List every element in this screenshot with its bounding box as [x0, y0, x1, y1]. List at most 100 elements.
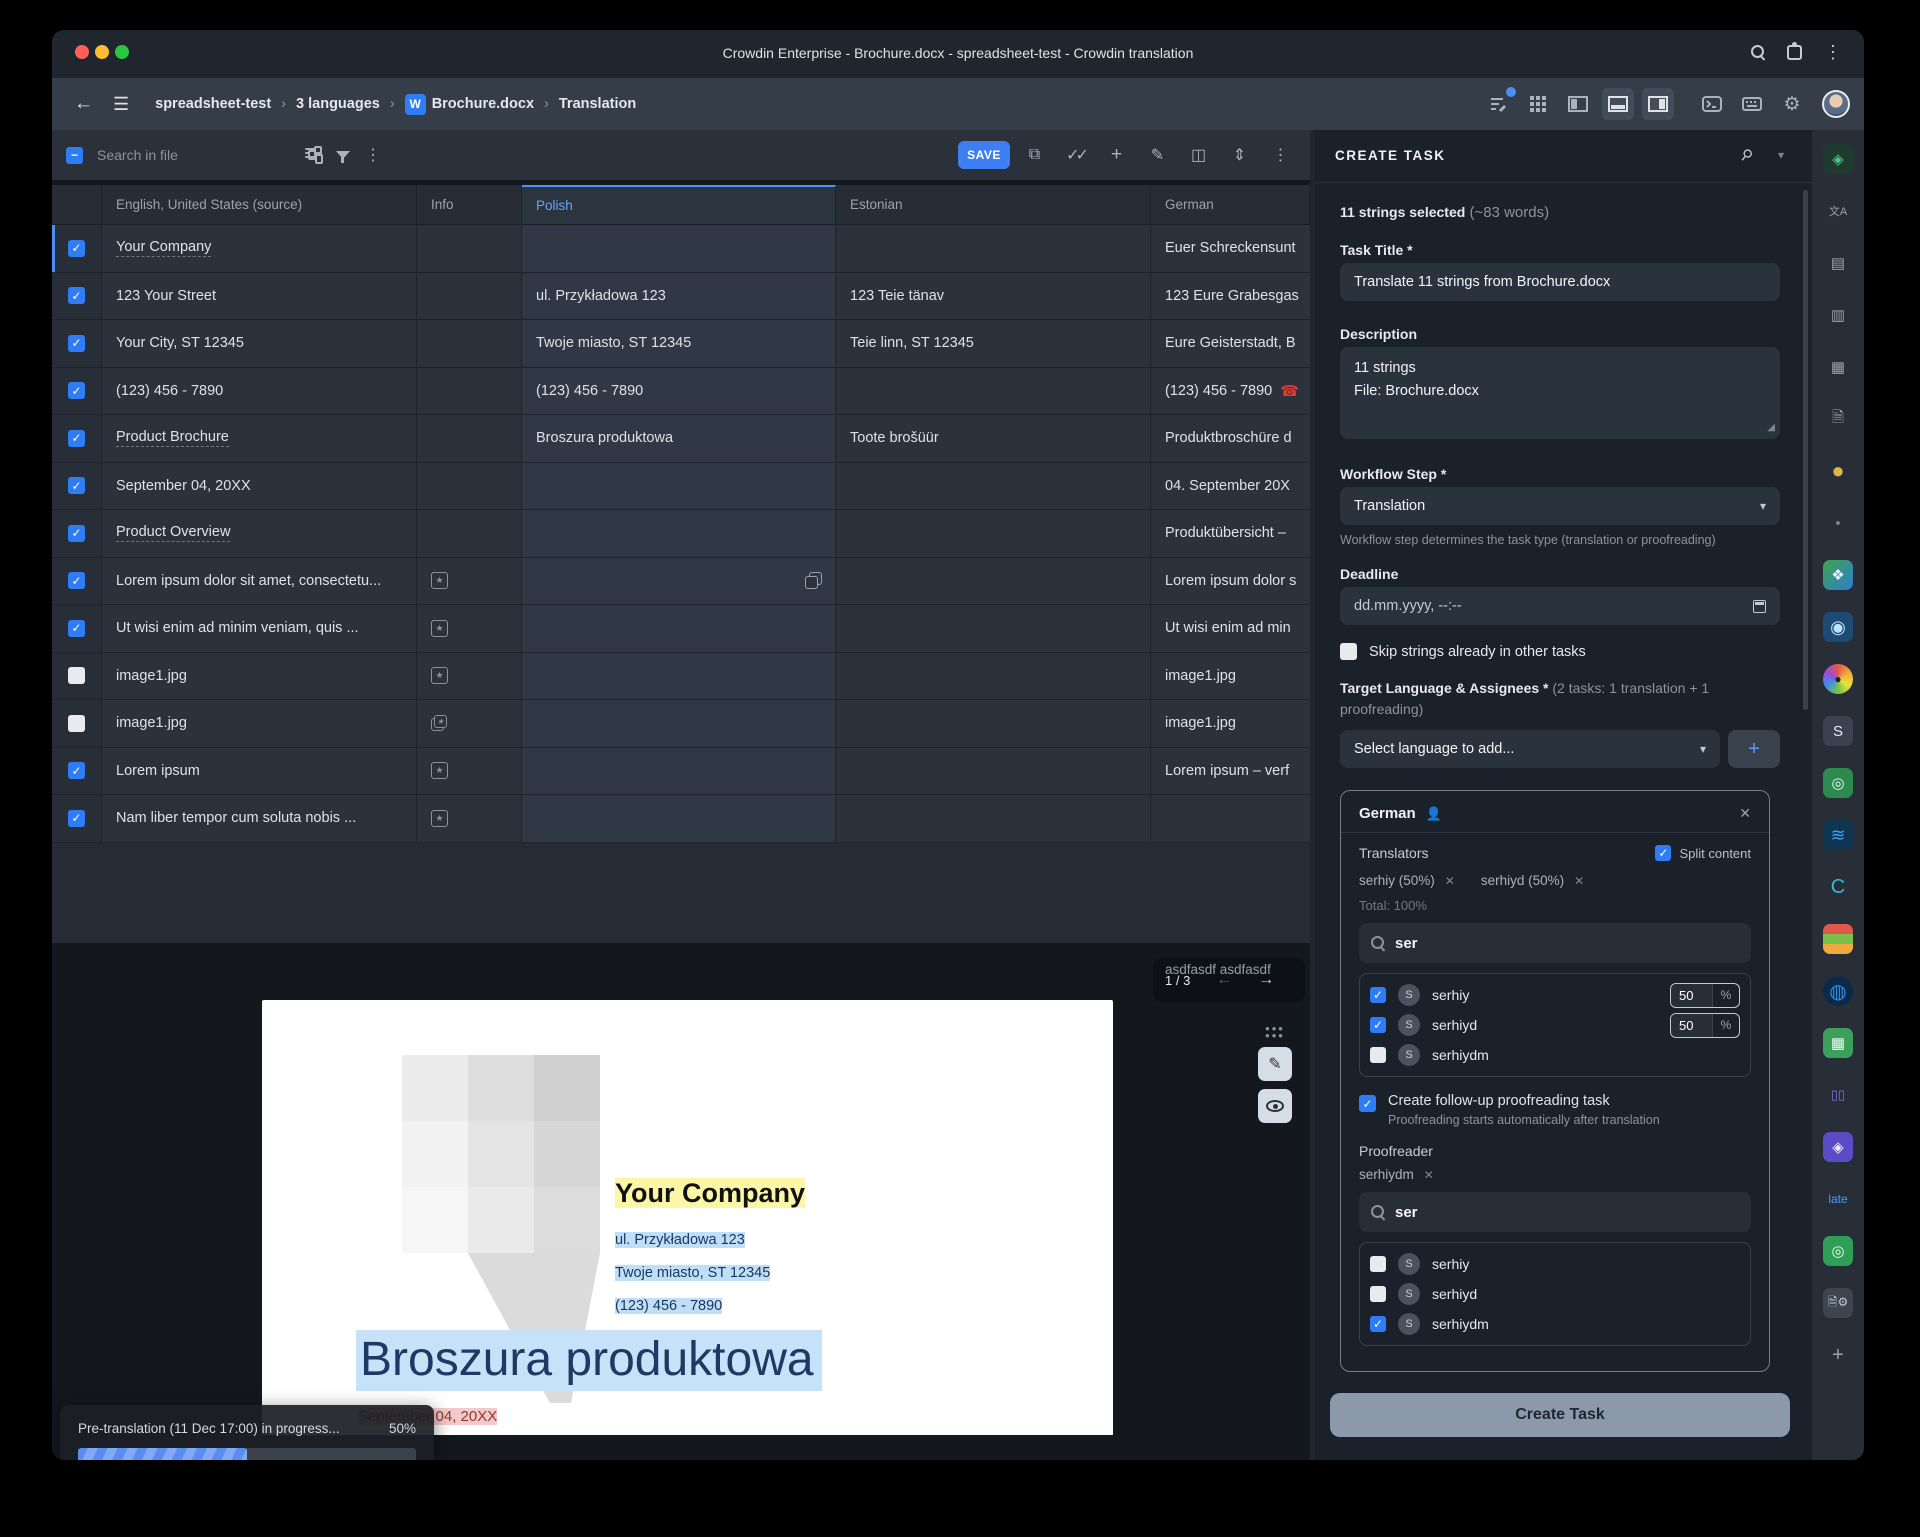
info-cell[interactable]: [417, 415, 522, 462]
polish-cell[interactable]: [522, 700, 836, 747]
add-language-button[interactable]: +: [1728, 730, 1780, 768]
toolbar-more-kebab-icon[interactable]: ⋮: [1264, 145, 1297, 165]
assignee-option-row[interactable]: Sserhiydm: [1370, 1040, 1740, 1070]
create-task-button[interactable]: Create Task: [1330, 1393, 1790, 1437]
info-cell[interactable]: [417, 320, 522, 367]
info-cell[interactable]: ★: [417, 700, 522, 747]
description-textarea[interactable]: 11 strings File: Brochure.docx ◢: [1340, 347, 1780, 439]
polish-cell[interactable]: [522, 463, 836, 510]
ring-app-icon[interactable]: ◍: [1823, 976, 1853, 1006]
percent-input[interactable]: 50%: [1670, 1013, 1740, 1038]
polish-translation-text[interactable]: Broszura produktowa: [536, 430, 673, 446]
estonian-translation-text[interactable]: 123 Teie tänav: [850, 288, 944, 304]
german-cell[interactable]: [1151, 795, 1310, 842]
proofreader-search-input[interactable]: ser: [1359, 1192, 1751, 1232]
polish-cell[interactable]: Broszura produktowa: [522, 415, 836, 462]
task-title-input[interactable]: Translate 11 strings from Brochure.docx: [1340, 263, 1780, 301]
estonian-cell[interactable]: Teie linn, ST 12345: [836, 320, 1151, 367]
sheet-app-icon[interactable]: ▦: [1823, 1028, 1853, 1058]
preview-edit-pencil-button[interactable]: ✎: [1258, 1047, 1292, 1081]
german-translation-text[interactable]: image1.jpg: [1165, 715, 1236, 731]
polish-translation-text[interactable]: ul. Przykładowa 123: [536, 288, 666, 304]
german-cell[interactable]: image1.jpg: [1151, 653, 1310, 700]
view-options-kebab-icon[interactable]: ⋮: [358, 145, 388, 165]
percent-input[interactable]: 50%: [1670, 983, 1740, 1008]
german-translation-text[interactable]: Euer Schreckensunt: [1165, 240, 1296, 256]
estonian-cell[interactable]: [836, 463, 1151, 510]
estonian-cell[interactable]: [836, 368, 1151, 415]
source-text[interactable]: image1.jpg: [116, 668, 187, 684]
screenshots-icon[interactable]: ★: [431, 715, 448, 732]
german-translation-text[interactable]: 04. September 20X: [1165, 478, 1290, 494]
assignee-option-row[interactable]: Sserhiy: [1370, 1249, 1740, 1279]
shield-app-icon[interactable]: ◈: [1823, 1132, 1853, 1162]
breadcrumb-step[interactable]: Translation: [559, 96, 636, 112]
context-star-icon[interactable]: ★: [431, 762, 448, 779]
dot-indicator-icon[interactable]: •: [1823, 508, 1853, 538]
remove-translator-icon[interactable]: ✕: [1445, 874, 1455, 888]
add-app-icon[interactable]: +: [1823, 1340, 1853, 1370]
file-settings-icon[interactable]: 🗎: [1823, 404, 1853, 434]
german-cell[interactable]: Produktübersicht –: [1151, 510, 1310, 557]
row-checkbox[interactable]: ✓: [68, 810, 85, 827]
source-text[interactable]: Lorem ipsum: [116, 763, 200, 779]
polish-cell[interactable]: [522, 748, 836, 795]
source-text[interactable]: Nam liber tempor cum soluta nobis ...: [116, 810, 356, 826]
polish-cell[interactable]: [522, 225, 836, 272]
assignee-checkbox[interactable]: ✓: [1370, 1316, 1386, 1332]
cube-app-icon[interactable]: [1823, 924, 1853, 954]
german-cell[interactable]: Produktbroschüre d: [1151, 415, 1310, 462]
browser-menu-kebab-icon[interactable]: ⋮: [1824, 42, 1842, 62]
row-checkbox[interactable]: ✓: [68, 525, 85, 542]
source-text[interactable]: Product Brochure: [116, 429, 229, 447]
add-string-icon[interactable]: +: [1100, 144, 1133, 166]
notes-pencil-icon[interactable]: [1482, 88, 1514, 120]
next-page-arrow-icon[interactable]: →: [1258, 971, 1274, 989]
estonian-cell[interactable]: 123 Teie tänav: [836, 273, 1151, 320]
wave-app-icon[interactable]: ≋: [1823, 820, 1853, 850]
crowdin-tm-app-icon[interactable]: ◈: [1823, 144, 1853, 174]
user-avatar[interactable]: [1822, 90, 1850, 118]
circle-app-icon[interactable]: ◎: [1823, 1236, 1853, 1266]
german-translation-text[interactable]: Lorem ipsum dolor s: [1165, 573, 1296, 589]
panel-left-layout-icon[interactable]: [1562, 88, 1594, 120]
info-cell[interactable]: [417, 510, 522, 557]
info-cell[interactable]: ★: [417, 795, 522, 842]
polish-translation-text[interactable]: (123) 456 - 7890: [536, 383, 643, 399]
info-cell[interactable]: [417, 225, 522, 272]
row-checkbox[interactable]: ✓: [68, 620, 85, 637]
source-text[interactable]: 123 Your Street: [116, 288, 216, 304]
german-translation-text[interactable]: Produktübersicht –: [1165, 525, 1286, 541]
polish-cell[interactable]: Twoje miasto, ST 12345: [522, 320, 836, 367]
settings-gear-icon[interactable]: ⚙: [1776, 88, 1808, 120]
assignee-checkbox[interactable]: [1370, 1286, 1386, 1302]
column-header-german[interactable]: German: [1151, 185, 1310, 224]
column-header-info[interactable]: Info: [417, 185, 522, 224]
hamburger-menu-icon[interactable]: ☰: [113, 94, 129, 115]
split-content-checkbox[interactable]: ✓: [1655, 845, 1671, 861]
column-header-estonian[interactable]: Estonian: [836, 185, 1151, 224]
copy-source-icon[interactable]: ⧉: [1018, 146, 1051, 164]
german-translation-text[interactable]: image1.jpg: [1165, 668, 1236, 684]
panel-right-layout-icon[interactable]: [1642, 88, 1674, 120]
columns-app-icon[interactable]: ▯▯: [1823, 1080, 1853, 1110]
german-cell[interactable]: (123) 456 - 7890☎: [1151, 368, 1310, 415]
german-translation-text[interactable]: (123) 456 - 7890: [1165, 383, 1272, 399]
hook-app-icon[interactable]: C: [1823, 872, 1853, 902]
disc-app-icon[interactable]: ◎: [1823, 768, 1853, 798]
context-star-icon[interactable]: ★: [431, 810, 448, 827]
info-cell[interactable]: [417, 463, 522, 510]
fit-vertical-icon[interactable]: ⇕: [1223, 145, 1256, 165]
german-cell[interactable]: Eure Geisterstadt, B: [1151, 320, 1310, 367]
estonian-cell[interactable]: [836, 748, 1151, 795]
estonian-cell[interactable]: [836, 510, 1151, 557]
info-cell[interactable]: ★: [417, 605, 522, 652]
german-cell[interactable]: image1.jpg: [1151, 700, 1310, 747]
edit-pencil-icon[interactable]: ✎: [1141, 145, 1174, 165]
dictionary-panel-icon[interactable]: ▦: [1823, 352, 1853, 382]
assignee-checkbox[interactable]: ✓: [1370, 1017, 1386, 1033]
filter-sliders-icon[interactable]: [298, 146, 328, 164]
remove-language-icon[interactable]: ✕: [1739, 805, 1751, 822]
german-translation-text[interactable]: 123 Eure Grabesgas: [1165, 288, 1299, 304]
german-translation-text[interactable]: Ut wisi enim ad min: [1165, 620, 1291, 636]
